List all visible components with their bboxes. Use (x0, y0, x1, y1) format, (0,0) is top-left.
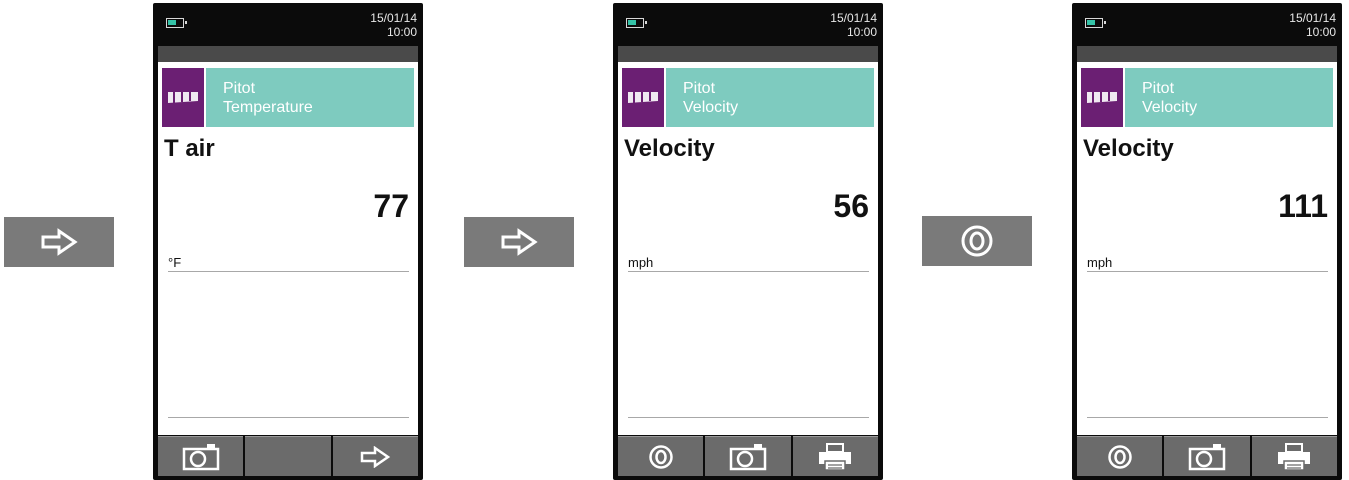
header-title: Pitot Temperature (206, 68, 414, 127)
unit-label: mph (628, 255, 869, 272)
time: 10:00 (1305, 25, 1336, 39)
measured-value: 111 (1278, 188, 1328, 224)
parameter-name: Velocity (624, 135, 715, 162)
circle-o-icon (961, 225, 993, 257)
pitot-windsock-icon (622, 68, 664, 127)
screen-band (158, 46, 418, 62)
device-screen-1: 15/01/14 10:00 Pitot Temperature T air 7… (153, 3, 423, 480)
header-line2: Velocity (1142, 99, 1198, 116)
softkey-camera[interactable] (1164, 436, 1250, 476)
header-line2: Velocity (683, 99, 739, 116)
parameter-name: Velocity (1083, 135, 1174, 162)
function-header: Pitot Velocity (1081, 68, 1333, 127)
softkey-camera[interactable] (705, 436, 791, 476)
printer-icon (1278, 442, 1311, 471)
softkey-next[interactable] (332, 436, 418, 476)
right-arrow-icon (361, 445, 391, 468)
header-line2: Temperature (223, 99, 313, 116)
printer-icon (819, 442, 852, 471)
screen-band (618, 46, 878, 62)
unit-label: mph (1087, 255, 1328, 272)
right-arrow-icon (501, 228, 538, 256)
flow-step-circle-o (922, 216, 1032, 266)
device-screen-3: 15/01/14 10:00 Pitot Velocity Velocity 1… (1072, 3, 1342, 480)
softkey-bar (158, 436, 418, 476)
parameter-name: T air (164, 135, 215, 162)
divider (628, 417, 869, 418)
time: 10:00 (386, 25, 417, 39)
header-line1: Pitot (683, 80, 716, 97)
date: 15/01/14 (830, 11, 877, 25)
softkey-empty[interactable] (245, 436, 331, 476)
datetime: 15/01/14 10:00 (370, 11, 417, 39)
header-line1: Pitot (1142, 80, 1175, 97)
header-line1: Pitot (223, 80, 256, 97)
function-header: Pitot Temperature (162, 68, 414, 127)
date: 15/01/14 (1289, 11, 1336, 25)
camera-icon (182, 443, 219, 470)
function-header: Pitot Velocity (622, 68, 874, 127)
battery-icon (626, 18, 647, 28)
screen-band (1077, 46, 1337, 62)
header-title: Pitot Velocity (666, 68, 874, 127)
softkey-hold[interactable] (1077, 436, 1163, 476)
device-screen-2: 15/01/14 10:00 Pitot Velocity Velocity 5… (613, 3, 883, 480)
battery-icon (166, 18, 187, 28)
screen: Pitot Temperature T air 77 °F (158, 62, 418, 435)
screen: Pitot Velocity Velocity 56 mph (618, 62, 878, 435)
datetime: 15/01/14 10:00 (1289, 11, 1336, 39)
camera-icon (1188, 443, 1226, 470)
battery-icon (1085, 18, 1106, 28)
divider (168, 417, 409, 418)
date: 15/01/14 (370, 11, 417, 25)
measured-value: 56 (833, 188, 869, 224)
softkey-bar (1077, 436, 1337, 476)
time: 10:00 (846, 25, 877, 39)
softkey-print[interactable] (792, 436, 878, 476)
softkey-hold[interactable] (618, 436, 704, 476)
circle-o-icon (648, 444, 673, 469)
header-title: Pitot Velocity (1125, 68, 1333, 127)
datetime: 15/01/14 10:00 (830, 11, 877, 39)
flow-step-right-arrow-2 (464, 217, 574, 267)
softkey-bar (618, 436, 878, 476)
divider (1087, 417, 1328, 418)
softkey-print[interactable] (1251, 436, 1337, 476)
pitot-windsock-icon (1081, 68, 1123, 127)
screen: Pitot Velocity Velocity 111 mph (1077, 62, 1337, 435)
measured-value: 77 (373, 188, 409, 224)
circle-o-icon (1107, 444, 1132, 469)
flow-step-right-arrow-1 (4, 217, 114, 267)
unit-label: °F (168, 255, 409, 272)
pitot-windsock-icon (162, 68, 204, 127)
softkey-camera[interactable] (158, 436, 244, 476)
camera-icon (729, 443, 767, 470)
right-arrow-icon (41, 228, 78, 256)
